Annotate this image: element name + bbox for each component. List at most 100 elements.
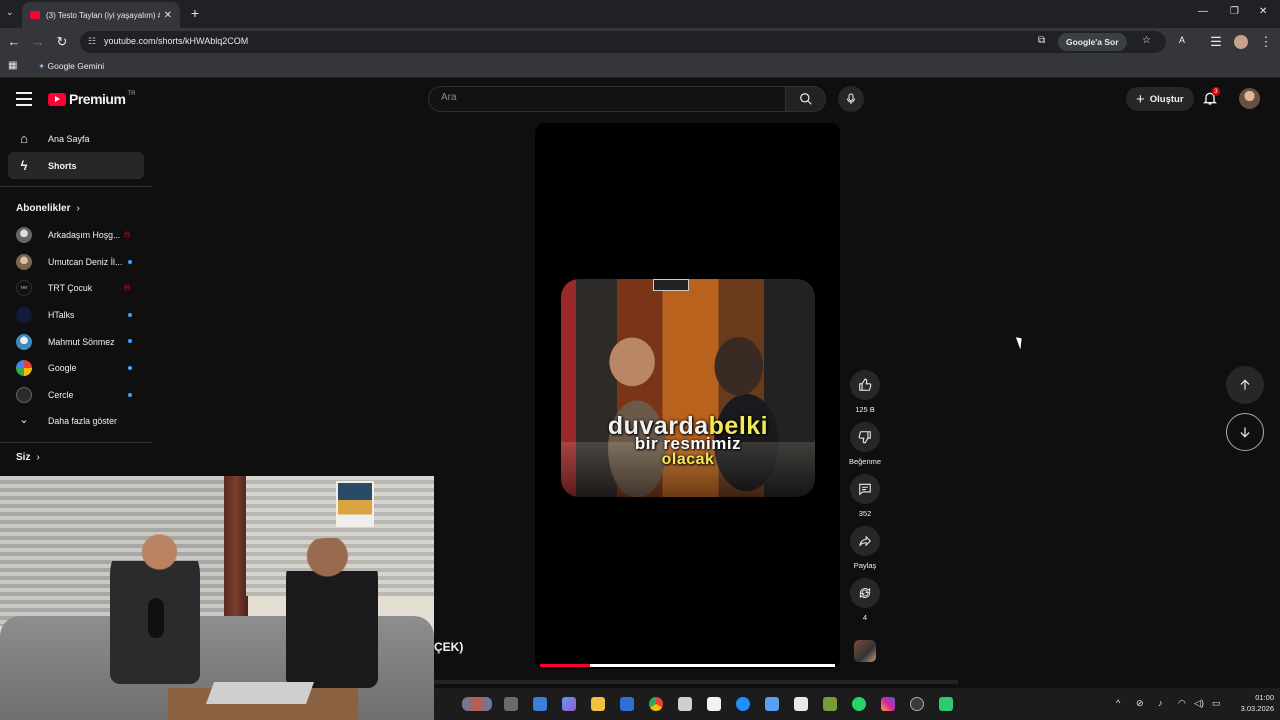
webcam-overlay bbox=[0, 476, 434, 720]
subscription-item[interactable]: Cercle bbox=[0, 382, 152, 409]
horizontal-scrollbar[interactable] bbox=[434, 680, 958, 684]
channel-avatar bbox=[16, 333, 32, 350]
subscription-item[interactable]: HTalks bbox=[0, 302, 152, 329]
chrome-icon[interactable] bbox=[649, 697, 663, 711]
profile-avatar[interactable] bbox=[1234, 35, 1248, 49]
google-logo-icon bbox=[16, 360, 32, 377]
new-content-dot bbox=[128, 365, 132, 370]
task-view-icon[interactable] bbox=[504, 697, 518, 711]
restore-icon[interactable]: ❐ bbox=[1230, 6, 1239, 17]
copilot-icon[interactable] bbox=[562, 697, 576, 711]
channel-name: Cercle bbox=[48, 389, 74, 400]
youtube-favicon-icon bbox=[30, 11, 40, 19]
tray-mic-icon[interactable]: ♪ bbox=[1158, 698, 1163, 708]
store-icon[interactable] bbox=[620, 697, 634, 711]
widgets-icon[interactable] bbox=[462, 697, 492, 711]
browser-menu-icon[interactable]: ⋮ bbox=[1258, 34, 1274, 50]
account-avatar[interactable] bbox=[1239, 88, 1260, 109]
battery-icon[interactable]: ▭ bbox=[1212, 698, 1221, 709]
snipping-icon[interactable] bbox=[794, 697, 808, 711]
system-clock[interactable]: 01:00 3.03.2026 bbox=[1226, 692, 1274, 714]
back-icon[interactable]: ← bbox=[6, 34, 22, 50]
youtube-logo[interactable]: Premium TR bbox=[48, 91, 135, 107]
site-info-icon[interactable]: ☷ bbox=[88, 36, 96, 47]
wifi-icon[interactable]: ◠ bbox=[1178, 698, 1186, 709]
cast-icon[interactable]: ⧉ bbox=[1038, 35, 1045, 46]
subscriptions-header[interactable]: Abonelikler › bbox=[0, 194, 152, 222]
apps-grid-icon[interactable]: ▦ bbox=[8, 60, 17, 71]
close-window-icon[interactable]: ✕ bbox=[1259, 6, 1267, 17]
subscription-item[interactable]: TRT TRT Çocuk ((•)) bbox=[0, 275, 152, 302]
bookmark-gemini[interactable]: ✦ Google Gemini bbox=[38, 61, 104, 72]
remix-button[interactable] bbox=[850, 578, 880, 608]
channel-avatar: TRT bbox=[16, 280, 32, 297]
url-text[interactable]: youtube.com/shorts/kHWAblq2COM bbox=[104, 36, 248, 46]
close-tab-icon[interactable]: ✕ bbox=[164, 10, 172, 21]
home-icon: ⌂ bbox=[20, 131, 28, 146]
plus-icon: + bbox=[1136, 90, 1145, 108]
notes-icon[interactable] bbox=[823, 697, 837, 711]
browser-tab[interactable]: (3) Testo Taylan (iyi yaşayalım) # ✕ bbox=[22, 2, 180, 28]
previous-short-button[interactable] bbox=[1226, 366, 1264, 404]
share-button[interactable] bbox=[850, 526, 880, 556]
search-box bbox=[428, 86, 786, 112]
create-button[interactable]: + Oluştur bbox=[1126, 87, 1194, 111]
bookmark-star-icon[interactable]: ☆ bbox=[1142, 35, 1151, 46]
channel-avatar bbox=[16, 386, 32, 403]
progress-bar[interactable] bbox=[540, 664, 835, 667]
channel-name: Google bbox=[48, 363, 77, 374]
chatgpt-icon[interactable] bbox=[910, 697, 924, 711]
youtube-header: Premium TR + Oluştur 3 bbox=[0, 80, 1280, 120]
notifications-button[interactable]: 3 bbox=[1202, 87, 1220, 108]
forward-icon[interactable]: → bbox=[30, 34, 46, 50]
sidebar-item-shorts[interactable]: ϟ Shorts bbox=[8, 152, 144, 179]
recorder-icon[interactable] bbox=[939, 697, 953, 711]
you-header[interactable]: Siz › bbox=[0, 450, 152, 466]
tray-chevron-icon[interactable]: ^ bbox=[1116, 698, 1120, 708]
minimize-icon[interactable]: — bbox=[1198, 6, 1208, 17]
subscription-item[interactable]: Google bbox=[0, 355, 152, 382]
media-icon[interactable]: ☰ bbox=[1208, 34, 1224, 50]
clock-date: 3.03.2026 bbox=[1240, 704, 1274, 713]
search-input[interactable] bbox=[441, 92, 761, 103]
edge-icon[interactable] bbox=[736, 697, 750, 711]
search-button[interactable] bbox=[786, 86, 826, 112]
ask-google-button[interactable]: Google'a Sor bbox=[1058, 33, 1127, 51]
mail-icon[interactable] bbox=[678, 697, 692, 711]
live-indicator-icon: ((•)) bbox=[124, 232, 130, 238]
photos-icon[interactable] bbox=[765, 697, 779, 711]
like-button[interactable] bbox=[850, 370, 880, 400]
subscription-item[interactable]: Mahmut Sönmez bbox=[0, 328, 152, 355]
youtube-play-icon bbox=[48, 92, 66, 106]
volume-icon[interactable]: ◁) bbox=[1194, 698, 1204, 709]
calculator-icon[interactable] bbox=[533, 697, 547, 711]
comments-button[interactable] bbox=[850, 474, 880, 504]
shorts-player[interactable]: duvardabelki bir resmimiz olacak bbox=[535, 123, 840, 669]
arrow-down-icon bbox=[1240, 427, 1250, 438]
sound-thumbnail[interactable] bbox=[854, 640, 876, 662]
show-more-button[interactable]: ⌄ Daha fazla göster bbox=[0, 408, 152, 435]
muted-camera-icon[interactable]: ⊘ bbox=[1136, 698, 1144, 709]
podcast-microphone bbox=[148, 598, 164, 638]
arrow-up-icon bbox=[1240, 379, 1250, 390]
reload-icon[interactable]: ↻ bbox=[54, 34, 70, 50]
menu-icon[interactable] bbox=[16, 92, 32, 106]
wall-frame-image bbox=[653, 279, 689, 291]
browser-tab-bar: ⌄ (3) Testo Taylan (iyi yaşayalım) # ✕ +… bbox=[0, 0, 1280, 28]
whatsapp-icon[interactable] bbox=[852, 697, 866, 711]
capcut-icon[interactable] bbox=[707, 697, 721, 711]
tab-title: (3) Testo Taylan (iyi yaşayalım) # bbox=[46, 10, 160, 20]
dislike-button[interactable] bbox=[850, 422, 880, 452]
file-explorer-icon[interactable] bbox=[591, 697, 605, 711]
voice-search-button[interactable] bbox=[838, 86, 864, 112]
sidebar-item-home[interactable]: ⌂ Ana Sayfa bbox=[8, 125, 144, 152]
translate-icon[interactable]: ᴬ bbox=[1174, 34, 1190, 50]
dislike-label: Beğenme bbox=[848, 457, 882, 466]
subscription-item[interactable]: Arkadaşım Hoşg... ((•)) bbox=[0, 222, 152, 249]
instagram-icon[interactable] bbox=[881, 697, 895, 711]
address-bar[interactable]: ☷ youtube.com/shorts/kHWAblq2COM ⧉ Googl… bbox=[80, 31, 1166, 53]
next-short-button[interactable] bbox=[1226, 413, 1264, 451]
tab-search-icon[interactable]: ⌄ bbox=[6, 7, 14, 18]
new-tab-button[interactable]: + bbox=[186, 5, 204, 23]
subscription-item[interactable]: Umutcan Deniz İl... bbox=[0, 249, 152, 276]
